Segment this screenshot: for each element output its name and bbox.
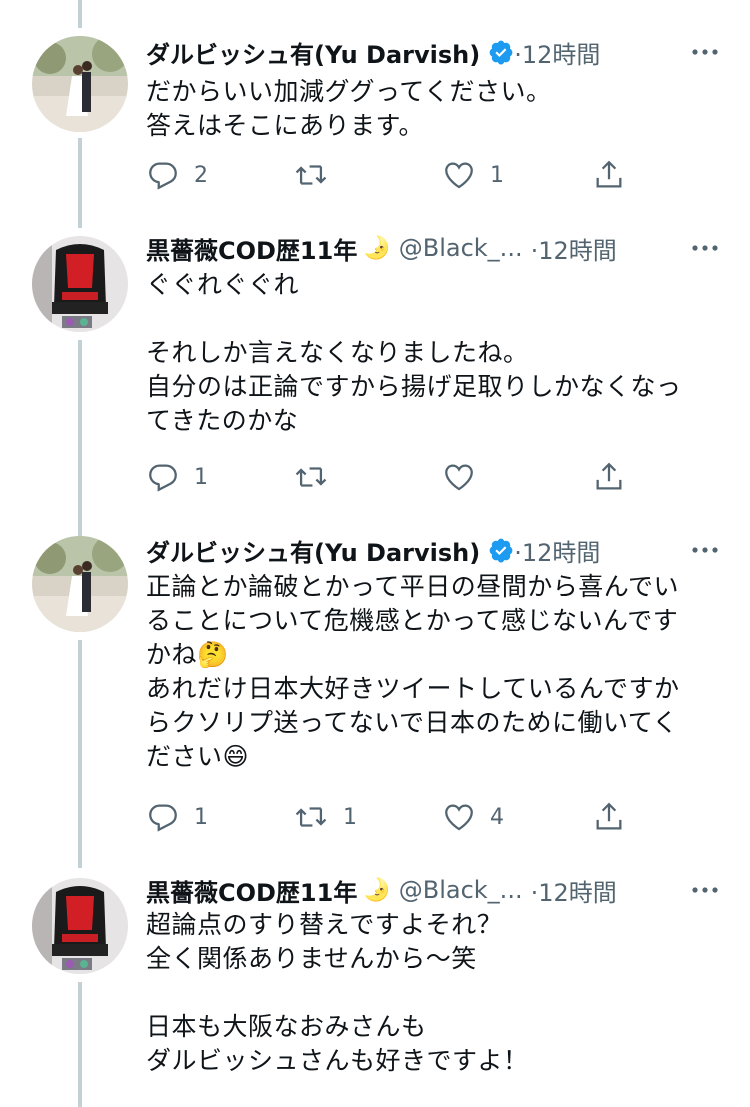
retweet-button[interactable] [293, 457, 343, 497]
retweet-button[interactable]: 1 [293, 797, 357, 837]
like-button[interactable]: 4 [442, 797, 504, 837]
tweet-line: かね🤔 [146, 640, 229, 669]
tweet-line: 正論とか論破とかって平日の昼間から喜んでい [146, 572, 680, 601]
avatar[interactable] [32, 536, 128, 632]
verified-badge-icon [488, 39, 514, 65]
reply-icon [149, 464, 177, 492]
reply-count: 1 [194, 804, 208, 830]
tweet-header: 黒薔薇COD歴11年 🌛 @Black_... ·12時間 [146, 872, 720, 908]
share-button[interactable] [592, 797, 626, 837]
tweet[interactable]: ダルビッシュ有(Yu Darvish) ·12時間 正論とか論破とかって平日の昼… [0, 510, 750, 850]
heart-icon [445, 464, 473, 491]
reply-count: 2 [194, 162, 208, 188]
tweet-line: 日本も大阪なおみさんも [146, 1012, 427, 1041]
retweet-icon [295, 467, 327, 487]
author-name[interactable]: 黒薔薇COD歴11年 [146, 231, 357, 266]
tweet-actions: 2 1 [146, 155, 646, 195]
tweet-line: 答えはそこにあります。 [146, 111, 425, 140]
author-name[interactable]: ダルビッシュ有(Yu Darvish) [146, 35, 480, 70]
retweet-count: 1 [343, 804, 357, 830]
timestamp[interactable]: ·12時間 [514, 533, 600, 568]
tweet-actions: 1 [146, 457, 646, 497]
share-icon [596, 462, 622, 490]
avatar[interactable] [32, 36, 128, 132]
reply-icon [149, 162, 177, 190]
tweet-actions: 1 1 4 [146, 797, 646, 837]
reply-button[interactable]: 1 [146, 797, 208, 837]
share-button[interactable] [592, 155, 626, 195]
share-icon [596, 160, 622, 188]
share-icon [596, 802, 622, 830]
tweet-line: ださい😄 [146, 742, 250, 771]
tweet-text: 正論とか論破とかって平日の昼間から喜んでい ることについて危機感とかって感じないん… [146, 570, 726, 774]
heart-icon [445, 804, 473, 831]
avatar[interactable] [32, 878, 128, 974]
tweet-line: だからいい加減ググってください。 [146, 77, 552, 106]
reply-button[interactable]: 2 [146, 155, 208, 195]
tweet-line: てきたのかな [146, 406, 299, 435]
reply-button[interactable]: 1 [146, 457, 208, 497]
more-options-icon[interactable] [690, 236, 720, 264]
tweet-line: ぐぐれぐぐれ [146, 270, 300, 299]
author-handle[interactable]: @Black_... [399, 876, 523, 904]
tweet-line: 超論点のすり替えですよそれ？ [146, 910, 503, 939]
tweet-line: あれだけ日本大好きツイートしているんですか [146, 674, 680, 703]
retweet-icon [295, 807, 327, 827]
tweet[interactable]: 黒薔薇COD歴11年 🌛 @Black_... ·12時間 ぐぐれぐぐれそれしか… [0, 210, 750, 510]
like-button[interactable] [442, 457, 490, 497]
tweet-text: だからいい加減ググってください。 答えはそこにあります。 [146, 75, 726, 143]
author-name[interactable]: 黒薔薇COD歴11年 [146, 873, 357, 908]
share-button[interactable] [592, 457, 626, 497]
more-options-icon[interactable] [690, 40, 720, 68]
timestamp[interactable]: ·12時間 [531, 231, 617, 266]
verified-badge-icon [488, 537, 514, 563]
reply-icon [149, 804, 177, 832]
author-handle[interactable]: @Black_... [399, 234, 523, 262]
timestamp[interactable]: ·12時間 [531, 873, 617, 908]
avatar[interactable] [32, 236, 128, 332]
tweet-header: 黒薔薇COD歴11年 🌛 @Black_... ·12時間 [146, 230, 720, 266]
tweet[interactable]: 黒薔薇COD歴11年 🌛 @Black_... ·12時間 超論点のすり替えです… [0, 852, 750, 1107]
like-count: 1 [490, 162, 504, 188]
like-count: 4 [490, 804, 504, 830]
author-emoji: 🌛 [363, 235, 391, 261]
tweet-line: らクソリプ送ってないで日本のために働いてく [146, 708, 679, 737]
tweet-line: それしか言えなくなりましたね。 [146, 338, 529, 367]
tweet-header: ダルビッシュ有(Yu Darvish) ·12時間 [146, 532, 720, 568]
author-name[interactable]: ダルビッシュ有(Yu Darvish) [146, 533, 480, 568]
tweet[interactable]: ダルビッシュ有(Yu Darvish) ·12時間 だからいい加減ググってくださ… [0, 0, 750, 210]
more-options-icon[interactable] [690, 538, 720, 566]
tweet-text: ぐぐれぐぐれそれしか言えなくなりましたね。自分のは正論ですから揚げ足取りしかなく… [146, 268, 726, 438]
timestamp[interactable]: ·12時間 [514, 35, 600, 70]
more-options-icon[interactable] [690, 878, 720, 906]
heart-icon [445, 162, 473, 189]
author-emoji: 🌛 [363, 877, 391, 903]
tweet-line: 全く関係ありませんから〜笑 [146, 944, 477, 973]
tweet-line: ダルビッシュさんも好きですよ！ [146, 1046, 529, 1075]
tweet-line: 自分のは正論ですから揚げ足取りしかなくなっ [146, 372, 682, 401]
tweet-header: ダルビッシュ有(Yu Darvish) ·12時間 [146, 34, 720, 70]
tweet-line: ることについて危機感とかって感じないんです [146, 606, 679, 635]
reply-count: 1 [194, 464, 208, 490]
retweet-button[interactable] [293, 155, 343, 195]
like-button[interactable]: 1 [442, 155, 504, 195]
retweet-icon [295, 165, 327, 185]
tweet-text: 超論点のすり替えですよそれ？ 全く関係ありませんから〜笑 日本も大阪なおみさんもダル… [146, 908, 726, 1078]
